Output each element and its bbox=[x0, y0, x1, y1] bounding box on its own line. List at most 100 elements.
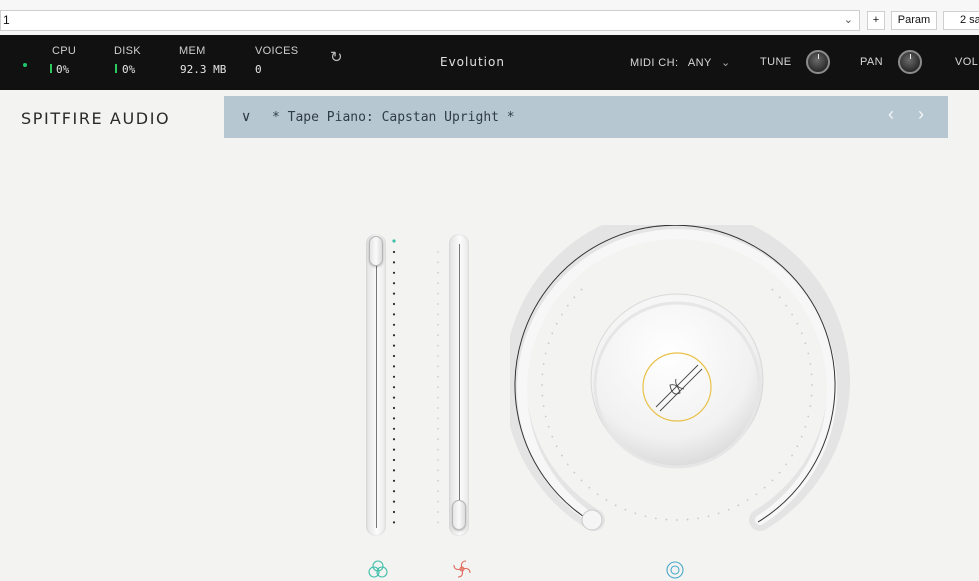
plugin-title: Evolution bbox=[440, 55, 505, 69]
dial-scale-dot bbox=[614, 504, 617, 507]
chevron-down-icon[interactable]: ∨ bbox=[241, 108, 251, 125]
scale-dot bbox=[392, 375, 396, 378]
dial-scale-dot bbox=[785, 463, 788, 466]
dial-scale-dot bbox=[785, 304, 788, 307]
dial-scale-dot bbox=[804, 425, 807, 428]
dial-scale-dot bbox=[596, 493, 599, 496]
dial-scale-dot bbox=[807, 352, 810, 355]
scale-dot bbox=[437, 303, 439, 305]
scale-dot bbox=[392, 386, 396, 389]
scale-dot bbox=[392, 250, 396, 254]
scale-dot bbox=[437, 344, 439, 347]
scale-dot bbox=[437, 313, 439, 316]
scale-dot bbox=[437, 511, 439, 513]
scale-dot bbox=[437, 521, 439, 524]
scale-dot bbox=[437, 469, 439, 472]
scale-dot bbox=[392, 313, 396, 316]
scale-dot bbox=[392, 417, 396, 420]
midi-label: MIDI CH: bbox=[630, 57, 679, 69]
scale-dot bbox=[437, 448, 439, 451]
cpu-value: 0% bbox=[56, 63, 70, 76]
samples-button[interactable]: 2 sa bbox=[943, 11, 979, 30]
dial-scale-dot bbox=[727, 508, 730, 511]
cpu-label: CPU bbox=[52, 45, 77, 57]
dial-scale-dot bbox=[807, 415, 810, 418]
tune-knob[interactable] bbox=[806, 50, 830, 74]
dial-scale-dot bbox=[551, 332, 554, 335]
dial-scale-dot bbox=[707, 515, 710, 518]
triad-circles-icon[interactable] bbox=[368, 560, 388, 578]
dial-scale-dot bbox=[686, 518, 689, 521]
host-preset-select[interactable]: 1 ⌄ bbox=[0, 10, 860, 31]
pan-knob[interactable] bbox=[898, 50, 922, 74]
scale-dot bbox=[437, 251, 439, 253]
scale-dot bbox=[392, 427, 396, 430]
scale-dot bbox=[392, 406, 396, 410]
mem-label: MEM bbox=[179, 45, 206, 57]
scale-dot bbox=[392, 438, 396, 441]
chevron-left-icon[interactable]: ‹ bbox=[888, 104, 894, 125]
scale-dot bbox=[437, 438, 439, 441]
midi-channel-select[interactable]: MIDI CH: ANY ⌄ bbox=[630, 56, 731, 69]
scale-dot bbox=[392, 500, 396, 503]
dial-scale-dot bbox=[573, 471, 576, 474]
main-dial[interactable] bbox=[510, 225, 850, 545]
dial-scale-dot bbox=[717, 512, 720, 515]
scale-dot bbox=[392, 344, 396, 347]
scale-dot bbox=[392, 490, 396, 493]
concentric-circles-icon[interactable] bbox=[665, 560, 685, 580]
flower-icon[interactable] bbox=[452, 559, 472, 579]
dial-scale-dot bbox=[654, 517, 657, 520]
cpu-meter bbox=[50, 64, 52, 73]
scale-dot bbox=[392, 292, 396, 295]
scale-dot bbox=[392, 354, 396, 358]
dial-scale-dot bbox=[810, 394, 813, 397]
pan-label: PAN bbox=[860, 56, 884, 68]
dynamics-slider-line bbox=[459, 244, 460, 526]
dial-scale-dot bbox=[541, 394, 544, 397]
scale-dot bbox=[437, 417, 439, 420]
dial-scale-dot bbox=[555, 445, 558, 448]
dial-scale-dot bbox=[800, 332, 803, 335]
add-button[interactable]: + bbox=[867, 11, 885, 30]
dial-scale-dot bbox=[763, 486, 766, 489]
dial-scale-dot bbox=[697, 517, 700, 520]
scale-dot bbox=[437, 355, 439, 357]
dial-scale-dot bbox=[809, 362, 812, 365]
dial-scale-dot bbox=[737, 504, 740, 507]
dial-scale-dot bbox=[634, 512, 637, 515]
brand-logo: SPITFIRE AUDIO bbox=[21, 109, 171, 128]
refresh-icon[interactable]: ↻ bbox=[330, 48, 343, 66]
scale-dot bbox=[392, 521, 396, 524]
scale-dot bbox=[437, 479, 439, 482]
scale-dot bbox=[392, 458, 396, 462]
dial-scale-dot bbox=[544, 415, 547, 418]
scale-dot bbox=[392, 448, 396, 451]
midi-value: ANY bbox=[687, 57, 712, 69]
expression-slider-line bbox=[376, 246, 377, 528]
dial-scale-dot bbox=[755, 493, 758, 496]
scale-dot bbox=[392, 323, 396, 326]
expression-slider-thumb[interactable] bbox=[369, 236, 383, 266]
dial-scale-dot bbox=[644, 515, 647, 518]
dial-scale-dot bbox=[771, 288, 774, 291]
dynamics-slider-thumb[interactable] bbox=[452, 500, 466, 530]
scale-dot bbox=[437, 386, 439, 389]
dial-scale-dot bbox=[547, 425, 550, 428]
mem-value: 92.3 MB bbox=[180, 63, 227, 76]
dial-scale-dot bbox=[771, 479, 774, 482]
dial-scale-dot bbox=[746, 499, 749, 502]
dial-scale-dot bbox=[560, 454, 563, 457]
scale-dot bbox=[437, 365, 439, 368]
scale-dot bbox=[437, 427, 439, 430]
dial-scale-dot bbox=[580, 479, 583, 482]
tune-label: TUNE bbox=[760, 56, 792, 68]
scale-dot bbox=[437, 282, 439, 285]
dial-scale-dot bbox=[566, 304, 569, 307]
activity-led bbox=[23, 63, 27, 67]
chevron-right-icon[interactable]: › bbox=[918, 104, 924, 125]
dial-scale-dot bbox=[810, 373, 813, 376]
expression-scale bbox=[392, 239, 396, 524]
param-button[interactable]: Param bbox=[891, 11, 937, 30]
scale-dot bbox=[392, 261, 396, 264]
